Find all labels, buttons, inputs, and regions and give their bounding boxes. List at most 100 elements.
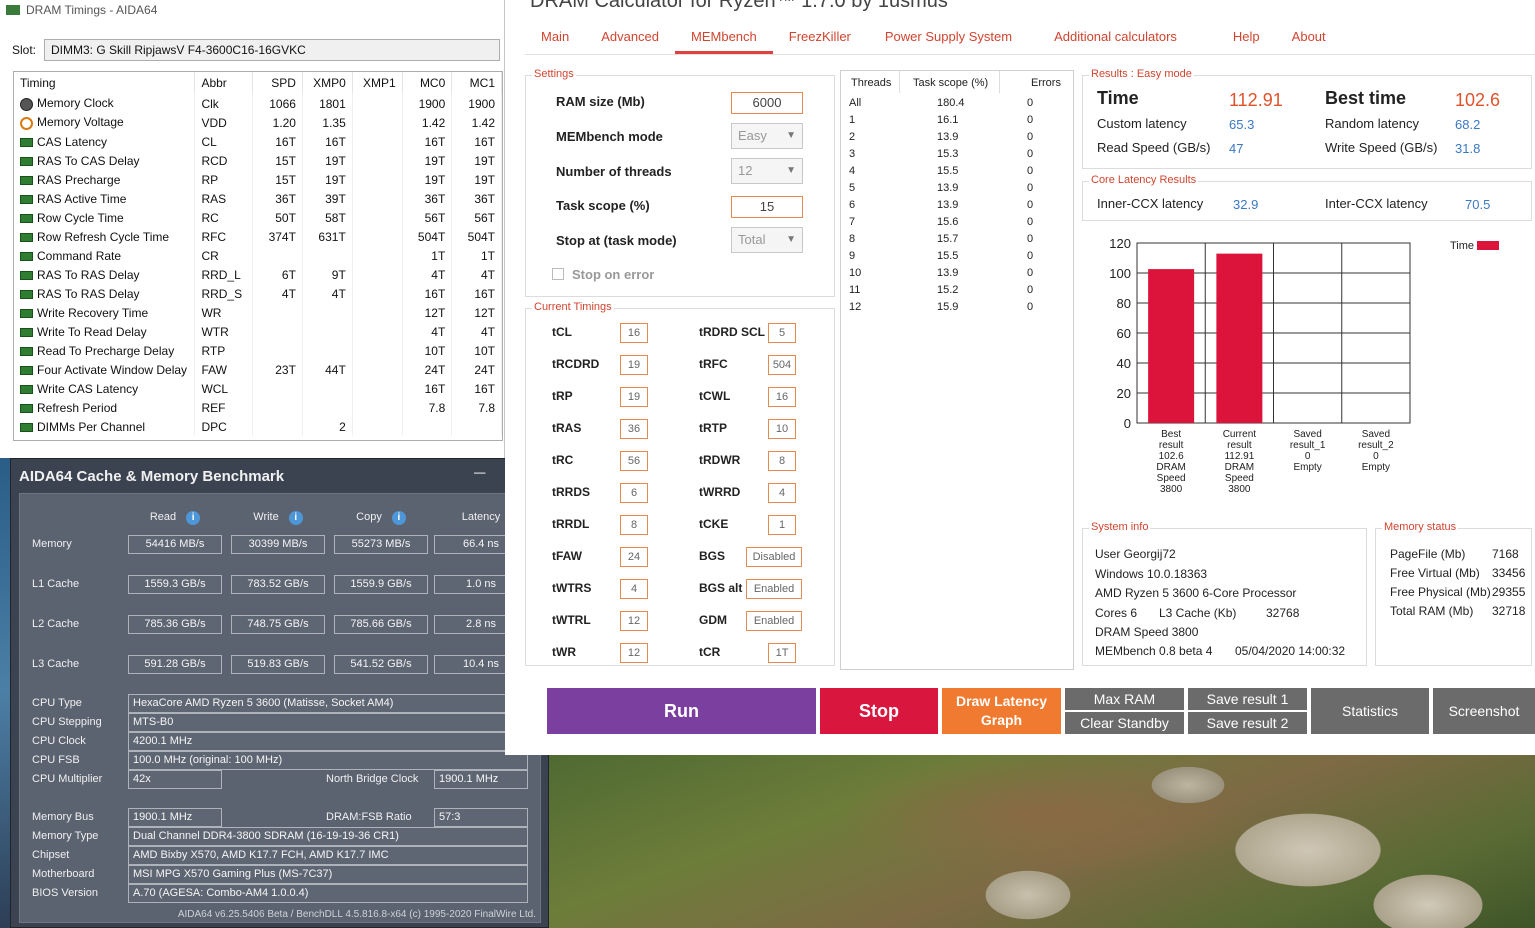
timing-value[interactable]: 16 [620, 323, 648, 343]
save-result-1-button[interactable]: Save result 1 [1188, 688, 1307, 710]
draw-latency-graph-button[interactable]: Draw Latency Graph [942, 688, 1061, 734]
memory-bus-label: Memory Bus [32, 811, 94, 823]
table-row[interactable]: Memory Clock Clk 1066 1801 1900 1900 [14, 94, 502, 113]
y-tick-label: 80 [1117, 296, 1131, 311]
time-label: Time [1097, 88, 1139, 108]
timing-value[interactable]: 4 [768, 483, 796, 503]
screenshot-button[interactable]: Screenshot [1433, 688, 1535, 734]
table-row[interactable]: RAS To RAS Delay RRD_L 6T 9T 4T 4T [14, 265, 502, 284]
timing-value[interactable]: 19 [620, 387, 648, 407]
table-row[interactable]: RAS To CAS Delay RCD 15T 19T 19T 19T [14, 151, 502, 170]
timing-spd-cell [252, 417, 303, 436]
timing-mc0-cell: 10T [402, 341, 453, 360]
thread-errors: 0 [1027, 97, 1034, 109]
timing-xmp0-cell: 4T [302, 284, 353, 303]
info-icon[interactable]: i [391, 511, 406, 525]
timing-name: RAS Active Time [37, 191, 127, 206]
table-row[interactable]: DIMMs Per Channel DPC 2 [14, 417, 502, 436]
cpu-stepping-value: MTS-B0 [128, 713, 528, 732]
table-row[interactable]: Row Refresh Cycle Time RFC 374T 631T 504T 504… [14, 227, 502, 246]
mode-select[interactable]: Easy ▼ [731, 123, 803, 149]
tab-main[interactable]: Main [525, 26, 585, 54]
stop-on-error-checkbox[interactable] [552, 268, 564, 280]
column-header[interactable]: SPD [252, 72, 303, 94]
table-row[interactable]: Write Recovery Time WR 12T 12T [14, 303, 502, 322]
timing-spd-cell [252, 379, 303, 398]
timing-value[interactable]: 10 [768, 419, 796, 439]
info-icon[interactable]: i [288, 511, 303, 525]
stop-at-select[interactable]: Total ▼ [731, 227, 803, 253]
tab-advanced[interactable]: Advanced [585, 26, 675, 54]
mode-value: Easy [738, 128, 767, 143]
timing-value[interactable]: Enabled [746, 579, 802, 599]
thread-id: 12 [849, 301, 862, 313]
table-row[interactable]: RAS To RAS Delay RRD_S 4T 4T 16T 16T [14, 284, 502, 303]
tab-power-supply-system[interactable]: Power Supply System [867, 26, 1030, 54]
timing-label: tRDWR [699, 453, 741, 467]
ram-icon [20, 270, 33, 280]
timing-value[interactable]: 12 [620, 611, 648, 631]
timing-value[interactable]: 8 [768, 451, 796, 471]
table-row[interactable]: Refresh Period REF 7.8 7.8 [14, 398, 502, 417]
thread-errors: 0 [1027, 233, 1034, 245]
max-ram-button[interactable]: Max RAM [1065, 688, 1184, 710]
timing-name: Memory Voltage [37, 115, 124, 130]
tab-freezkiller[interactable]: FreezKiller [773, 26, 867, 54]
table-row[interactable]: Row Cycle Time RC 50T 58T 56T 56T [14, 208, 502, 227]
timing-mc1-cell: 10T [451, 341, 502, 360]
timing-value[interactable]: 12 [620, 643, 648, 663]
column-header[interactable]: Timing [14, 72, 196, 94]
threads-select[interactable]: 12 ▼ [731, 158, 803, 184]
timing-name-cell: Row Cycle Time [14, 208, 196, 227]
column-header[interactable]: XMP1 [352, 72, 403, 94]
timing-value[interactable]: 36 [620, 419, 648, 439]
run-button[interactable]: Run [547, 688, 816, 734]
ram-size-input[interactable]: 6000 [731, 92, 803, 114]
timing-value[interactable]: 16 [768, 387, 796, 407]
timing-value[interactable]: 1 [768, 515, 796, 535]
table-row[interactable]: RAS Active Time RAS 36T 39T 36T 36T [14, 189, 502, 208]
timing-spd-cell [252, 322, 303, 341]
minimize-icon[interactable]: ─ [474, 465, 485, 483]
table-row[interactable]: Memory Voltage VDD 1.20 1.35 1.42 1.42 [14, 113, 502, 132]
thread-errors: 0 [1027, 216, 1034, 228]
tab-help[interactable]: Help [1217, 26, 1276, 54]
tab-membench[interactable]: MEMbench [675, 26, 773, 54]
tab-additional-calculators[interactable]: Additional calculators [1030, 26, 1217, 54]
timing-value[interactable]: 24 [620, 547, 648, 567]
clear-standby-button[interactable]: Clear Standby [1065, 712, 1184, 734]
slot-select[interactable]: DIMM3: G Skill RipjawsV F4-3600C16-16GVK… [44, 39, 501, 61]
timing-value[interactable]: Enabled [746, 611, 802, 631]
column-header[interactable]: MC1 [451, 72, 502, 94]
scope-input[interactable]: 15 [731, 196, 803, 218]
memory-status-value: 7168 [1492, 547, 1519, 561]
timing-label: tRP [552, 389, 573, 403]
custom-latency-value: 65.3 [1229, 117, 1255, 132]
table-row[interactable]: CAS Latency CL 16T 16T 16T 16T [14, 132, 502, 151]
timing-value[interactable]: 6 [620, 483, 648, 503]
stop-button[interactable]: Stop [820, 688, 938, 734]
save-result-2-button[interactable]: Save result 2 [1188, 712, 1307, 734]
timing-value[interactable]: Disabled [746, 547, 802, 567]
table-row[interactable]: Four Activate Window Delay FAW 23T 44T 24T 24… [14, 360, 502, 379]
legend-label: Time [1450, 240, 1474, 252]
timing-value[interactable]: 504 [768, 355, 796, 375]
statistics-button[interactable]: Statistics [1311, 688, 1429, 734]
table-row[interactable]: Write To Read Delay WTR 4T 4T [14, 322, 502, 341]
timing-value[interactable]: 4 [620, 579, 648, 599]
timing-value[interactable]: 19 [620, 355, 648, 375]
info-icon[interactable]: i [186, 511, 201, 525]
thread-id: 3 [849, 148, 856, 160]
tab-about[interactable]: About [1276, 26, 1342, 54]
table-row[interactable]: Write CAS Latency WCL 16T 16T [14, 379, 502, 398]
column-header[interactable]: Abbr [194, 72, 254, 94]
column-header[interactable]: MC0 [402, 72, 453, 94]
timing-value[interactable]: 56 [620, 451, 648, 471]
timing-value[interactable]: 5 [768, 323, 796, 343]
table-row[interactable]: Command Rate CR 1T 1T [14, 246, 502, 265]
column-header[interactable]: XMP0 [302, 72, 353, 94]
timing-value[interactable]: 1T [768, 643, 796, 663]
timing-value[interactable]: 8 [620, 515, 648, 535]
table-row[interactable]: Read To Precharge Delay RTP 10T 10T [14, 341, 502, 360]
table-row[interactable]: RAS Precharge RP 15T 19T 19T 19T [14, 170, 502, 189]
